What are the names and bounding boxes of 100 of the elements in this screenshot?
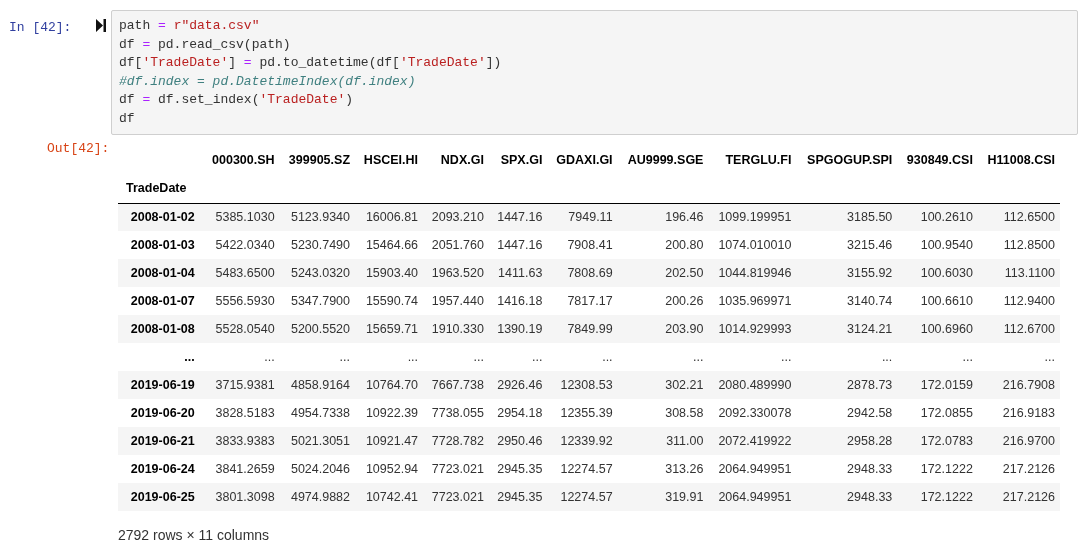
table-cell: 5347.7900 xyxy=(279,287,356,315)
table-cell: 3801.3098 xyxy=(202,483,280,511)
table-cell: 15903.40 xyxy=(355,259,424,287)
table-cell: ... xyxy=(796,343,898,371)
output-prompt: Out[42]: xyxy=(46,140,111,158)
table-cell: 172.0855 xyxy=(897,399,978,427)
table-cell: 172.0783 xyxy=(897,427,978,455)
table-cell: 3124.21 xyxy=(796,315,898,343)
code-line: #df.index = pd.DatetimeIndex(df.index) xyxy=(119,72,416,91)
table-cell: 172.0159 xyxy=(897,371,978,399)
row-index: 2008-01-07 xyxy=(118,287,203,315)
table-cell: 4954.7338 xyxy=(279,399,356,427)
table-cell: 100.2610 xyxy=(897,203,978,231)
table-cell: 113.1100 xyxy=(977,259,1060,287)
table-cell: 5483.6500 xyxy=(202,259,280,287)
table-cell: 1035.969971 xyxy=(708,287,797,315)
table-cell: 1411.63 xyxy=(488,259,548,287)
table-cell: 7723.021 xyxy=(423,483,489,511)
table-cell: 12274.57 xyxy=(547,483,618,511)
table-cell: 172.1222 xyxy=(897,455,978,483)
table-cell: 1963.520 xyxy=(423,259,489,287)
table-cell: ... xyxy=(977,343,1060,371)
table-cell: 302.21 xyxy=(617,371,709,399)
table-cell: 2942.58 xyxy=(796,399,898,427)
table-cell: 5024.2046 xyxy=(279,455,356,483)
table-cell: 216.7908 xyxy=(977,371,1060,399)
table-cell: 1416.18 xyxy=(488,287,548,315)
table-cell: 15464.66 xyxy=(355,231,424,259)
table-cell: 5200.5520 xyxy=(279,315,356,343)
table-cell: 2945.35 xyxy=(488,455,548,483)
table-cell: 2954.18 xyxy=(488,399,548,427)
table-cell: 112.8500 xyxy=(977,231,1060,259)
table-cell: 16006.81 xyxy=(355,203,424,231)
table-cell: 2878.73 xyxy=(796,371,898,399)
code-editor[interactable]: path = r"data.csv" df = pd.read_csv(path) df['TradeDate'] = pd.to_datetime(df['TradeDate']) #df.index = pd.DatetimeIndex(df.index) df = df.set_index('TradeDate') df xyxy=(111,10,1078,135)
row-index: 2008-01-03 xyxy=(118,231,203,259)
table-cell: 1074.010010 xyxy=(708,231,797,259)
table-cell: 5556.5930 xyxy=(202,287,280,315)
row-index: 2019-06-24 xyxy=(118,455,203,483)
table-cell: 2958.28 xyxy=(796,427,898,455)
table-cell: 2064.949951 xyxy=(708,483,797,511)
column-header: 399905.SZ xyxy=(287,151,352,169)
table-cell: 10952.94 xyxy=(355,455,424,483)
table-cell: ... xyxy=(897,343,978,371)
column-header: H11008.CSI xyxy=(986,151,1056,169)
table-cell: 203.90 xyxy=(617,315,709,343)
table-cell: ... xyxy=(708,343,797,371)
table-cell: 7908.41 xyxy=(547,231,618,259)
table-cell: 1014.929993 xyxy=(708,315,797,343)
column-header: GDAXI.GI xyxy=(555,151,614,169)
table-cell: 10921.47 xyxy=(355,427,424,455)
table-cell: 7723.021 xyxy=(423,455,489,483)
table-cell: 7667.738 xyxy=(423,371,489,399)
column-header: 000300.SH xyxy=(211,151,276,169)
table-cell: 7949.11 xyxy=(547,203,618,231)
table-cell: ... xyxy=(617,343,709,371)
table-cell: 1447.16 xyxy=(488,203,548,231)
table-cell: 3185.50 xyxy=(796,203,898,231)
table-cell: 3833.9383 xyxy=(202,427,280,455)
row-index: ... xyxy=(118,343,203,371)
table-cell: ... xyxy=(202,343,280,371)
table-cell: 7817.17 xyxy=(547,287,618,315)
column-header: HSCEI.HI xyxy=(362,151,420,169)
table-cell: 1044.819946 xyxy=(708,259,797,287)
table-cell: 7738.055 xyxy=(423,399,489,427)
row-index: 2019-06-19 xyxy=(118,371,203,399)
table-cell: 7728.782 xyxy=(423,427,489,455)
table-cell: 2092.330078 xyxy=(708,399,797,427)
table-cell: 15659.71 xyxy=(355,315,424,343)
table-cell: 100.9540 xyxy=(897,231,978,259)
table-cell: 311.00 xyxy=(617,427,709,455)
table-cell: 202.50 xyxy=(617,259,709,287)
table-cell: 2948.33 xyxy=(796,455,898,483)
table-cell: 5021.3051 xyxy=(279,427,356,455)
skip-forward-icon[interactable] xyxy=(96,19,106,32)
table-cell: 100.6960 xyxy=(897,315,978,343)
table-cell: ... xyxy=(279,343,356,371)
table-cell: 10922.39 xyxy=(355,399,424,427)
table-cell: 5422.0340 xyxy=(202,231,280,259)
table-cell: ... xyxy=(355,343,424,371)
code-line: df xyxy=(119,109,135,128)
table-cell: 3215.46 xyxy=(796,231,898,259)
table-cell: 313.26 xyxy=(617,455,709,483)
row-index: 2008-01-04 xyxy=(118,259,203,287)
table-cell: 216.9183 xyxy=(977,399,1060,427)
table-cell: 2950.46 xyxy=(488,427,548,455)
table-cell: 100.6030 xyxy=(897,259,978,287)
table-cell: 1957.440 xyxy=(423,287,489,315)
table-cell: 5528.0540 xyxy=(202,315,280,343)
table-cell: 2080.489990 xyxy=(708,371,797,399)
row-index: 2008-01-02 xyxy=(118,203,203,231)
table-cell: ... xyxy=(488,343,548,371)
table-cell: 216.9700 xyxy=(977,427,1060,455)
table-cell: 5385.1030 xyxy=(202,203,280,231)
table-cell: 319.91 xyxy=(617,483,709,511)
table-cell: 2926.46 xyxy=(488,371,548,399)
table-cell: 2064.949951 xyxy=(708,455,797,483)
row-index: 2019-06-25 xyxy=(118,483,203,511)
row-index: 2019-06-21 xyxy=(118,427,203,455)
table-cell: 3155.92 xyxy=(796,259,898,287)
